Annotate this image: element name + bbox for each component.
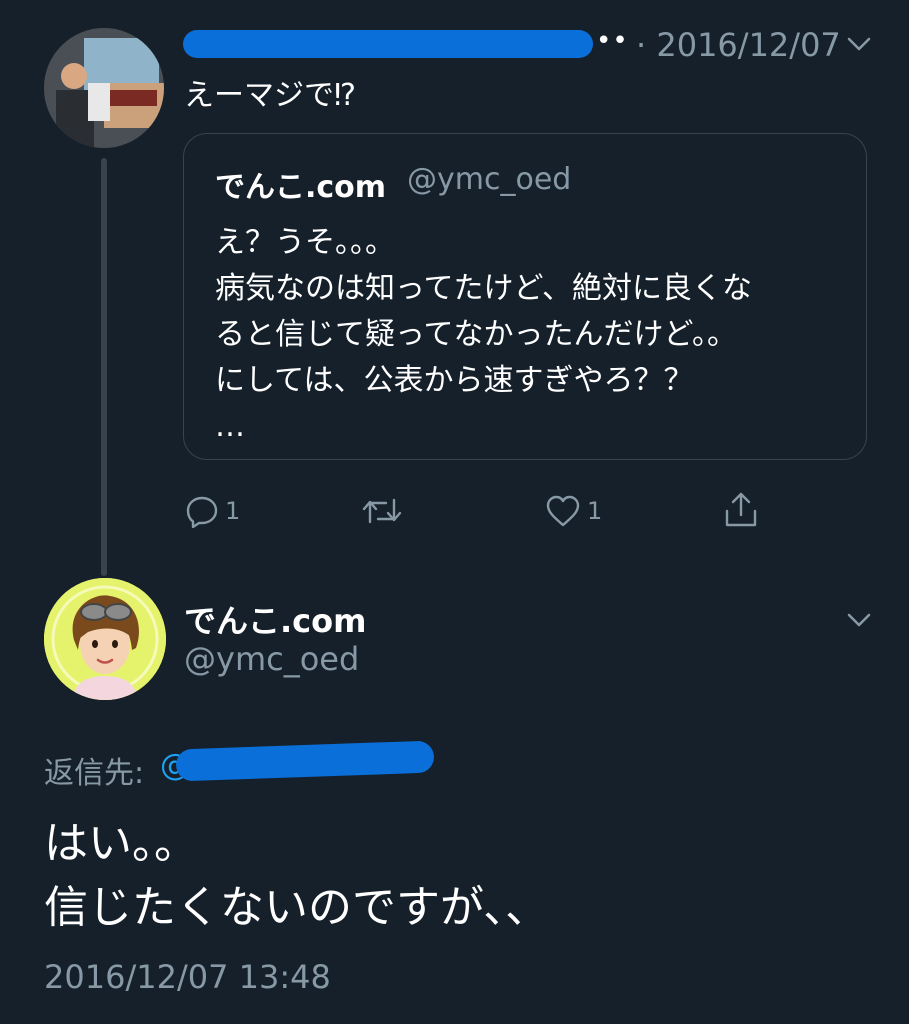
avatar-photo-icon <box>44 28 164 148</box>
reply-to-label: 返信先: <box>44 756 145 791</box>
retweet-icon <box>362 498 402 524</box>
thread-connector-line <box>101 158 107 576</box>
like-count: 1 <box>587 497 603 525</box>
like-button[interactable]: 1 <box>545 494 602 528</box>
redacted-author-name <box>183 30 593 58</box>
author-handle[interactable]: @ymc_oed <box>184 640 359 678</box>
chevron-down-icon[interactable] <box>846 610 872 630</box>
reply-button[interactable]: 1 <box>185 494 240 528</box>
avatar-illustration-icon <box>44 578 166 700</box>
quoted-author-name: でんこ.com <box>215 170 387 205</box>
tweet-timestamp[interactable]: 2016/12/07 13:48 <box>44 958 331 996</box>
retweet-button[interactable] <box>362 494 408 528</box>
redacted-reply-handle <box>175 740 435 782</box>
reply-icon <box>186 496 218 528</box>
more-dots: •• <box>596 26 629 56</box>
quoted-tweet-card[interactable]: でんこ.com @ymc_oed え？うそ。。。 病気なのは知ってたけど、絶対に… <box>183 133 867 460</box>
share-icon <box>725 492 757 527</box>
parent-author-avatar[interactable] <box>44 28 164 148</box>
author-avatar[interactable] <box>44 578 166 700</box>
share-button[interactable] <box>722 491 760 529</box>
parent-tweet-date[interactable]: · 2016/12/07 <box>636 26 841 64</box>
author-name[interactable]: でんこ.com <box>184 596 366 642</box>
quoted-author-handle: @ymc_oed <box>407 162 572 197</box>
tweet-text: はい。。 信じたくないのですが、、 <box>44 818 550 933</box>
parent-tweet-text: えーマジで⁉︎ <box>184 78 356 113</box>
reply-count: 1 <box>225 497 241 525</box>
heart-icon <box>546 495 580 527</box>
quoted-tweet-text: え？うそ。。。 病気なのは知ってたけど、絶対に良くな ると信じて疑ってなかったん… <box>215 225 752 444</box>
chevron-down-icon[interactable] <box>846 34 872 54</box>
